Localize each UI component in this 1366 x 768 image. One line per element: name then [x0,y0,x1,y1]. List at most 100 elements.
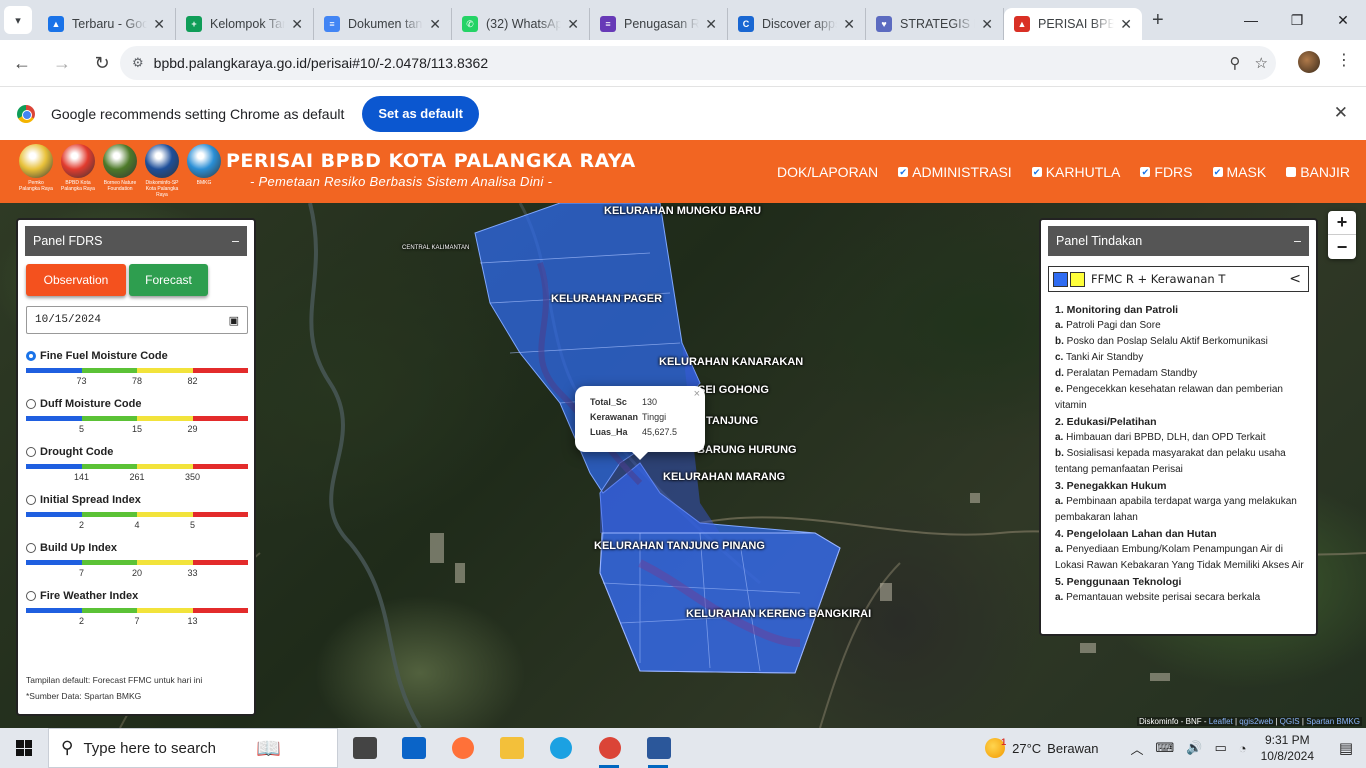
minimize-icon[interactable]: — [1228,0,1274,40]
keyboard-icon[interactable]: ⌨ [1156,740,1175,756]
index-name[interactable]: Build Up Index [40,542,117,554]
taskbar-chrome-icon[interactable] [585,728,634,768]
wifi-icon[interactable]: ◔ [1239,741,1247,756]
nav-item-banjir[interactable]: BANJIR [1286,164,1350,180]
tab-close-icon[interactable]: ✕ [1120,16,1132,33]
date-input[interactable]: 10/15/2024 ▣ [26,306,248,334]
fdrs-index-option[interactable]: Initial Spread Index 2 4 5 [26,494,248,530]
fdrs-index-option[interactable]: Duff Moisture Code 5 15 29 [26,398,248,434]
tab-title[interactable]: (32) WhatsApp [486,17,561,31]
index-radio[interactable] [26,543,36,553]
taskbar-edge-icon[interactable] [536,728,585,768]
attribution-link[interactable]: Spartan BMKG [1306,717,1360,726]
index-name[interactable]: Initial Spread Index [40,494,141,506]
chevron-up-icon[interactable]: ︿ [1130,739,1143,758]
browser-tab[interactable]: C Discover apps ✕ [728,8,866,40]
tab-close-icon[interactable]: ✕ [429,16,441,33]
tab-close-icon[interactable]: ✕ [981,16,993,33]
tab-title[interactable]: Kelompok Tani [210,17,285,31]
tab-title[interactable]: Penugasan RKP [624,17,699,31]
zoom-out-button[interactable]: − [1328,235,1356,259]
browser-tab[interactable]: ≡ Dokumen tanpa judul ✕ [314,8,452,40]
url-text[interactable]: bpbd.palangkaraya.go.id/perisai#10/-2.04… [154,55,488,71]
taskbar-search-box[interactable]: ⚲ Type here to search 📖 [48,728,338,768]
notification-icon[interactable]: ▤ [1326,739,1366,757]
nav-label[interactable]: KARHUTLA [1046,164,1121,180]
index-radio[interactable] [26,495,36,505]
index-name[interactable]: Duff Moisture Code [40,398,141,410]
browser-tab[interactable]: ▲ PERISAI BPBD ✕ [1004,8,1142,40]
fdrs-collapse-button[interactable]: – [232,234,239,248]
address-bar[interactable]: ⚙ bpbd.palangkaraya.go.id/perisai#10/-2.… [120,46,1276,80]
fdrs-index-option[interactable]: Build Up Index 7 20 33 [26,542,248,578]
fdrs-index-option[interactable]: Drought Code 141 261 350 [26,446,248,482]
nav-item-dok-laporan[interactable]: DOK/LAPORAN [777,164,878,180]
calendar-icon[interactable]: ▣ [229,314,239,327]
observation-button[interactable]: Observation [26,264,126,296]
tab-close-icon[interactable]: ✕ [567,16,579,33]
layer-checkbox[interactable]: ✔ [898,167,909,177]
news-widget-icon[interactable]: 📖 [256,736,281,761]
nav-item-administrasi[interactable]: ✔ ADMINISTRASI [898,164,1012,180]
index-radio[interactable] [26,447,36,457]
index-name[interactable]: Drought Code [40,446,113,458]
fdrs-index-option[interactable]: Fire Weather Index 2 7 13 [26,590,248,626]
browser-tab[interactable]: ≡ Penugasan RKP ✕ [590,8,728,40]
attribution-link[interactable]: Leaflet [1209,717,1233,726]
nav-item-mask[interactable]: ✔ MASK [1212,164,1267,180]
close-window-icon[interactable]: ✕ [1320,0,1366,40]
nav-item-fdrs[interactable]: ✔ FDRS [1140,164,1193,180]
attribution-link[interactable]: QGIS [1280,717,1300,726]
tab-close-icon[interactable]: ✕ [153,16,165,33]
back-arrow-icon[interactable]: ← [4,45,40,81]
layer-checkbox[interactable] [1286,167,1297,177]
tab-title[interactable]: Dokumen tanpa judul [348,17,423,31]
bookmark-star-icon[interactable]: ☆ [1255,54,1268,72]
taskbar-task-view-icon[interactable] [340,728,389,768]
new-tab-button[interactable]: + [1152,9,1164,32]
tindakan-collapse-button[interactable]: – [1294,234,1301,248]
battery-icon[interactable]: ▭ [1214,740,1226,756]
site-info-icon[interactable]: ⚙ [132,55,144,71]
browser-tab[interactable]: ▲ Terbaru - Google Drive ✕ [38,8,176,40]
legend-selector[interactable]: FFMC R + Kerawanan T < [1048,266,1309,292]
fdrs-index-option[interactable]: Fine Fuel Moisture Code 73 78 82 [26,350,248,386]
maximize-icon[interactable]: ❐ [1274,0,1320,40]
nav-label[interactable]: DOK/LAPORAN [777,164,878,180]
nav-label[interactable]: ADMINISTRASI [912,164,1012,180]
tab-title[interactable]: PERISAI BPBD [1038,17,1114,31]
taskbar-mail-icon[interactable] [389,728,438,768]
start-button[interactable] [0,728,48,768]
profile-avatar[interactable] [1298,51,1320,73]
taskbar-firefox-icon[interactable] [438,728,487,768]
tab-title[interactable]: Terbaru - Google Drive [72,17,147,31]
layer-checkbox[interactable]: ✔ [1031,167,1042,177]
nav-label[interactable]: MASK [1227,164,1267,180]
index-name[interactable]: Fire Weather Index [40,590,138,602]
popup-close-icon[interactable]: × [694,388,700,400]
taskbar-file-explorer-icon[interactable] [487,728,536,768]
nav-label[interactable]: FDRS [1154,164,1192,180]
browser-tab[interactable]: + Kelompok Tani ✕ [176,8,314,40]
set-default-button[interactable]: Set as default [362,95,479,132]
index-radio[interactable] [26,351,36,361]
index-name[interactable]: Fine Fuel Moisture Code [40,350,168,362]
zoom-in-button[interactable]: + [1328,211,1356,235]
forward-arrow-icon[interactable]: → [44,45,80,81]
nav-label[interactable]: BANJIR [1300,164,1350,180]
volume-icon[interactable]: 🔊 [1186,740,1202,756]
index-radio[interactable] [26,591,36,601]
chevron-left-icon[interactable]: < [1289,271,1304,287]
nav-item-karhutla[interactable]: ✔ KARHUTLA [1031,164,1121,180]
index-radio[interactable] [26,399,36,409]
infobar-close-icon[interactable]: ✕ [1334,103,1348,123]
tab-title[interactable]: Discover apps [762,17,837,31]
zoom-magnifier-icon[interactable]: ⚲ [1230,54,1241,72]
tab-search-icon[interactable]: ▾ [4,6,32,34]
layer-checkbox[interactable]: ✔ [1140,167,1151,177]
tab-close-icon[interactable]: ✕ [843,16,855,33]
tab-close-icon[interactable]: ✕ [291,16,303,33]
tab-title[interactable]: STRATEGIS DAN [900,17,975,31]
weather-widget[interactable]: 1 27°C Berawan [985,737,1098,758]
date-value[interactable]: 10/15/2024 [35,314,101,326]
